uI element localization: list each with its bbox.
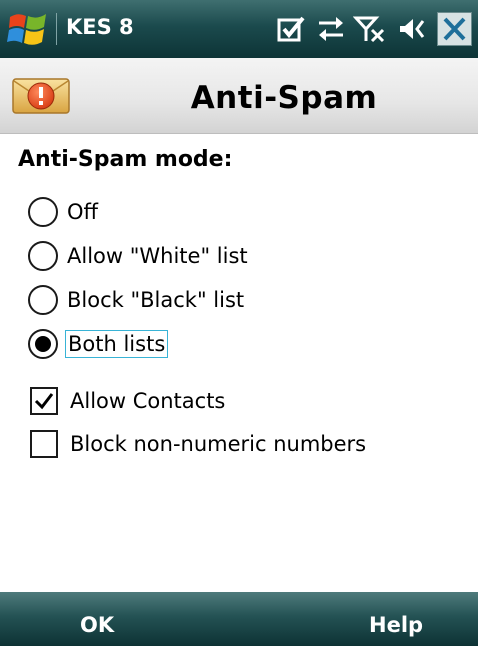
radio-option-allow-white-list[interactable]: Allow "White" list (28, 237, 250, 275)
checkbox-label: Allow Contacts (70, 389, 226, 413)
windows-start-icon[interactable] (6, 9, 50, 49)
no-signal-icon[interactable] (353, 13, 387, 45)
help-softkey[interactable]: Help (369, 613, 423, 637)
radio-label: Off (67, 200, 98, 224)
ok-softkey[interactable]: OK (80, 613, 114, 637)
status-separator (56, 13, 57, 45)
radio-option-both-lists[interactable]: Both lists (28, 325, 169, 363)
app-name[interactable]: KES 8 (66, 15, 134, 39)
checkbox-label: Block non-numeric numbers (70, 432, 367, 456)
section-title: Anti-Spam mode: (18, 147, 233, 172)
page-title: Anti-Spam (190, 80, 378, 116)
checkmark-icon (34, 393, 54, 410)
radio-label: Block "Black" list (67, 288, 245, 312)
radio-option-off[interactable]: Off (28, 193, 100, 231)
checkbox-allow-contacts[interactable]: Allow Contacts (30, 382, 227, 420)
radio-label: Allow "White" list (67, 244, 248, 268)
connectivity-arrows-icon[interactable] (314, 13, 348, 45)
close-button[interactable] (437, 12, 472, 46)
radio-button[interactable] (28, 241, 58, 271)
checkbox-unchecked[interactable] (30, 430, 58, 458)
radio-button-selected[interactable] (28, 329, 58, 359)
radio-button[interactable] (28, 285, 58, 315)
notification-check-icon[interactable] (275, 13, 309, 45)
volume-icon[interactable] (396, 13, 430, 45)
close-icon (443, 17, 466, 41)
radio-label-focused: Both lists (65, 330, 169, 358)
checkbox-checked[interactable] (30, 387, 58, 415)
checkbox-block-non-numeric[interactable]: Block non-numeric numbers (30, 425, 368, 463)
radio-button[interactable] (28, 197, 58, 227)
status-bar: KES 8 (0, 0, 478, 58)
radio-option-block-black-list[interactable]: Block "Black" list (28, 281, 246, 319)
